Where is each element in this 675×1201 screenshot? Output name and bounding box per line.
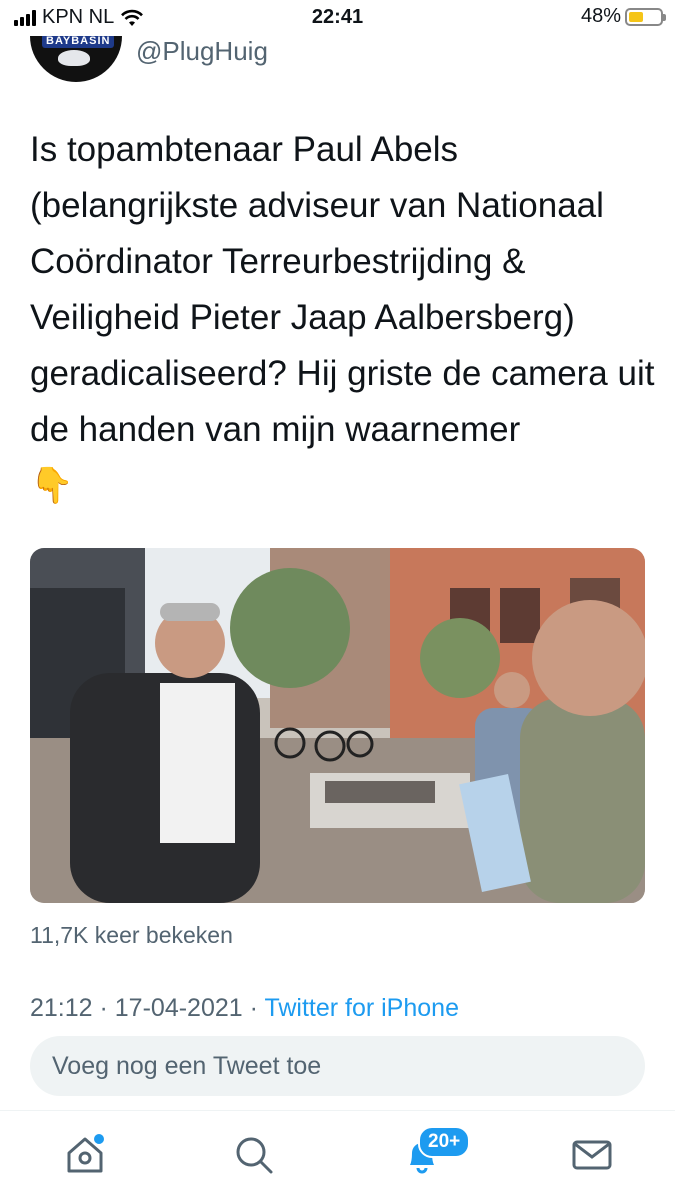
status-right: 48%: [580, 5, 666, 28]
battery-icon: [625, 7, 666, 26]
tweet-text: Is topambtenaar Paul Abels (belangrijkst…: [30, 122, 660, 514]
video-thumbnail: [30, 548, 645, 903]
tweet-source-link[interactable]: Twitter for iPhone: [264, 994, 459, 1022]
reply-bar: [0, 1020, 675, 1110]
battery-level: [629, 11, 644, 22]
status-bar: KPN NL 22:41 48%: [0, 0, 675, 36]
tweet-body: Is topambtenaar Paul Abels (belangrijkst…: [30, 130, 665, 449]
avatar-graphic: [58, 50, 90, 66]
pointing-down-emoji: 👇: [30, 466, 74, 505]
messages-icon[interactable]: [570, 1133, 614, 1177]
tweet-timestamp: 21:12 · 17-04-2021 ·: [30, 994, 265, 1022]
reply-input[interactable]: [30, 1036, 645, 1096]
avatar-label: BAYBASIN: [42, 34, 115, 48]
view-count: 11,7K keer bekeken: [30, 922, 233, 948]
search-icon[interactable]: [232, 1133, 276, 1177]
home-icon[interactable]: [63, 1133, 107, 1177]
tweet-video[interactable]: [30, 548, 645, 903]
notifications-badge: 20+: [418, 1126, 471, 1158]
user-handle[interactable]: @PlugHuig: [136, 36, 268, 67]
tab-bar: [0, 1110, 675, 1201]
clock: 22:41: [311, 6, 364, 28]
battery-percent: 48%: [580, 5, 621, 27]
tweet-meta: 21:12 · 17-04-2021 · Twitter for iPhone: [30, 994, 459, 1023]
